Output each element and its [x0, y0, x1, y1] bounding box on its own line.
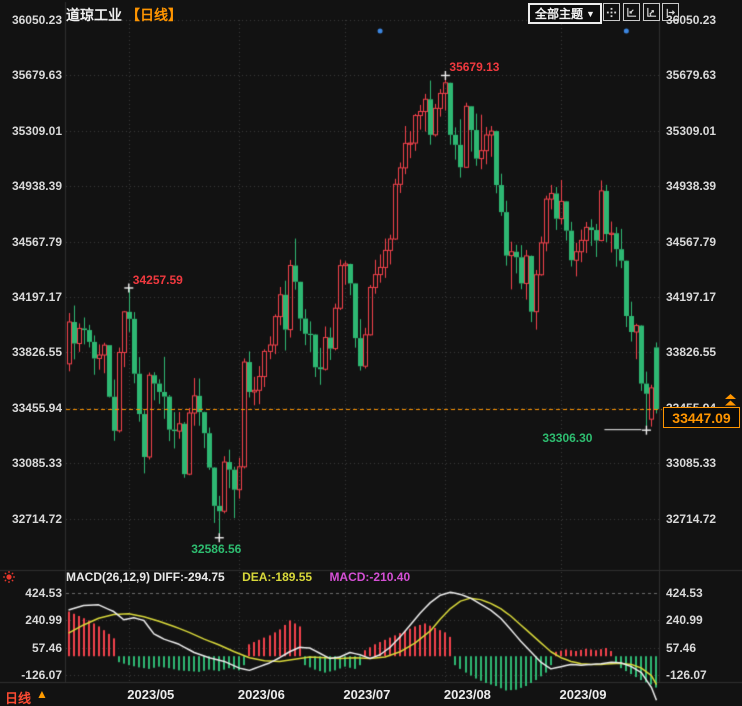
stock-chart-app: 道琼工业【日线】 全部主题 ▼ MACD(26,12,9) DIFF:-294.… — [0, 0, 742, 706]
zoom-axis-left-icon — [626, 7, 637, 18]
x-axis-month-label: 2023/07 — [343, 687, 390, 702]
macd-axis-label-right: 57.46 — [666, 641, 696, 655]
macd-axis-label-left: 57.46 — [0, 641, 62, 655]
chart-title: 道琼工业【日线】 — [66, 5, 182, 25]
macd-axis-label-left: 240.99 — [0, 613, 62, 627]
high-price-annotation: 35679.13 — [449, 60, 499, 74]
macd-axis-label-left: -126.07 — [0, 668, 62, 682]
price-axis-label-left: 34197.17 — [0, 290, 62, 304]
price-axis-label-left: 35309.01 — [0, 124, 62, 138]
macd-dea-value: DEA:-189.55 — [242, 570, 312, 584]
current-price-tag: 33447.09 — [663, 407, 740, 428]
zoom-axis-right-button[interactable] — [643, 3, 660, 21]
price-axis-label-left: 36050.23 — [0, 13, 62, 27]
price-axis-label-left: 34567.79 — [0, 235, 62, 249]
macd-axis-label-right: 240.99 — [666, 613, 703, 627]
price-axis-label-left: 34938.39 — [0, 179, 62, 193]
price-axis-label-right: 33826.55 — [666, 345, 716, 359]
high-price-annotation: 34257.59 — [133, 273, 183, 287]
theme-dropdown-label: 全部主题 — [535, 5, 583, 22]
price-axis-label-right: 33085.33 — [666, 456, 716, 470]
chevron-down-icon: ▼ — [586, 9, 595, 19]
footer-up-triangle-icon: ▲ — [36, 687, 48, 701]
macd-main-values: MACD(26,12,9) DIFF:-294.75 — [66, 570, 225, 584]
price-axis-label-right: 34567.79 — [666, 235, 716, 249]
zoom-axis-left-button[interactable] — [623, 3, 640, 21]
price-axis-label-right: 35309.01 — [666, 124, 716, 138]
price-axis-label-right: 34938.39 — [666, 179, 716, 193]
price-axis-label-left: 33826.55 — [0, 345, 62, 359]
x-axis-month-label: 2023/06 — [238, 687, 285, 702]
move-crosshair-icon — [606, 7, 617, 18]
low-price-annotation: 32586.56 — [191, 542, 241, 556]
symbol-name: 道琼工业 — [66, 7, 122, 23]
price-axis-label-left: 33455.94 — [0, 401, 62, 415]
x-axis-month-label: 2023/05 — [127, 687, 174, 702]
indicator-settings-icon[interactable] — [2, 570, 16, 584]
macd-macd-value: MACD:-210.40 — [329, 570, 410, 584]
x-axis-month-label: 2023/08 — [444, 687, 491, 702]
price-axis-label-right: 35679.63 — [666, 68, 716, 82]
low-price-annotation: 33306.30 — [542, 431, 592, 445]
double-up-arrow-icon[interactable] — [723, 394, 738, 407]
footer-period-label[interactable]: 日线 — [5, 688, 31, 706]
candlestick-chart-canvas[interactable] — [0, 0, 742, 706]
price-axis-label-left: 35679.63 — [0, 68, 62, 82]
zoom-axis-right-icon — [646, 7, 657, 18]
macd-axis-label-left: 424.53 — [0, 586, 62, 600]
theme-dropdown[interactable]: 全部主题 ▼ — [528, 3, 602, 24]
price-axis-label-right: 32714.72 — [666, 512, 716, 526]
macd-indicator-header[interactable]: MACD(26,12,9) DIFF:-294.75 DEA:-189.55 M… — [66, 570, 410, 584]
move-crosshair-icon-button[interactable] — [603, 3, 620, 21]
macd-axis-label-right: 424.53 — [666, 586, 703, 600]
price-axis-label-left: 33085.33 — [0, 456, 62, 470]
price-axis-label-right: 36050.23 — [666, 13, 716, 27]
macd-axis-label-right: -126.07 — [666, 668, 707, 682]
price-axis-label-right: 34197.17 — [666, 290, 716, 304]
period-tag: 【日线】 — [126, 7, 182, 23]
current-price-value: 33447.09 — [672, 410, 730, 426]
price-axis-label-left: 32714.72 — [0, 512, 62, 526]
x-axis-month-label: 2023/09 — [559, 687, 606, 702]
